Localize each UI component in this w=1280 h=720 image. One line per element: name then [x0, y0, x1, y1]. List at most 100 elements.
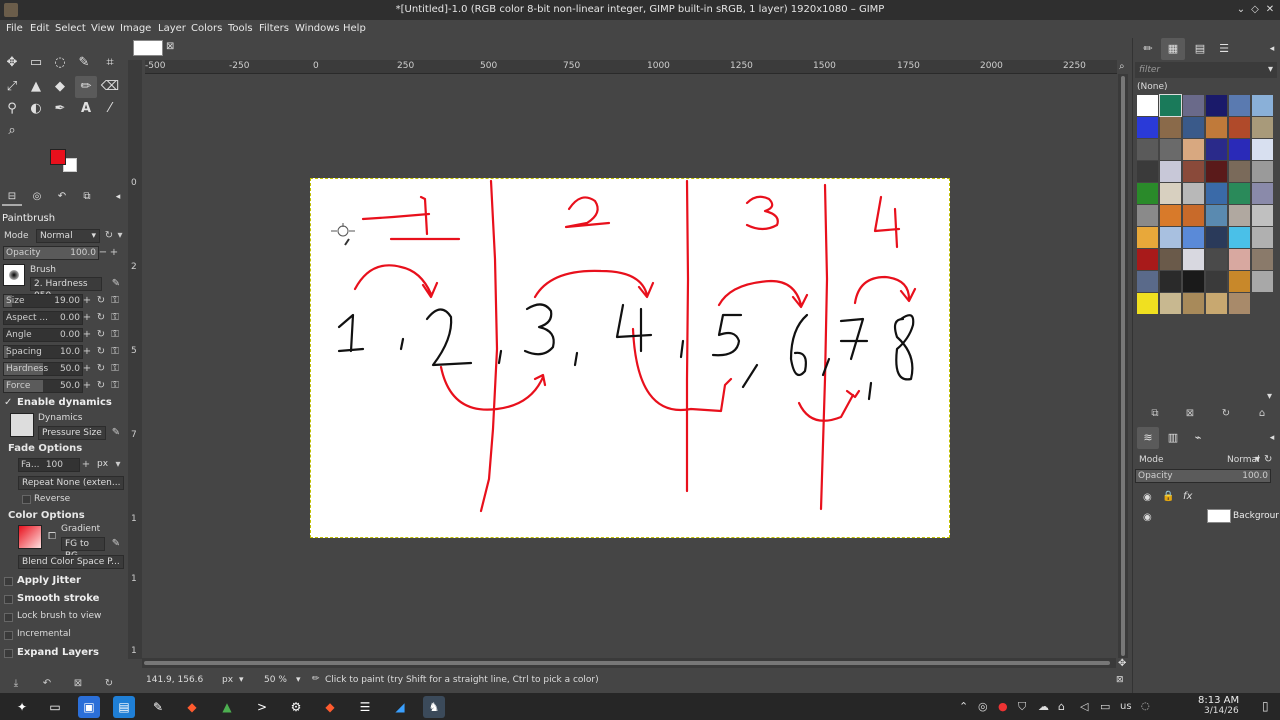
pattern-swatch[interactable] [1183, 161, 1204, 182]
crop-icon[interactable]: ⌗ [99, 52, 121, 74]
spacing-reset-icon[interactable]: ↻ [95, 346, 107, 357]
edit-dynamics-icon[interactable]: ✎ [110, 427, 122, 438]
edit-brush-icon[interactable]: ✎ [110, 278, 122, 289]
pattern-swatch[interactable] [1206, 271, 1227, 292]
paintbrush-icon[interactable]: ✏ [75, 76, 97, 98]
layers-tab-icon[interactable]: ≋ [1137, 427, 1159, 449]
brushes-tab-icon[interactable]: ✏ [1136, 38, 1160, 60]
pattern-swatch[interactable] [1183, 139, 1204, 160]
pattern-swatch[interactable] [1137, 249, 1158, 270]
pattern-swatch[interactable] [1160, 161, 1181, 182]
reset-options-icon[interactable]: ↻ [103, 678, 115, 689]
patterns-tab-icon[interactable]: ▦ [1161, 38, 1185, 60]
brave-browser-icon[interactable]: ◆ [319, 696, 341, 718]
pattern-swatch[interactable] [1206, 161, 1227, 182]
refresh-patterns-icon[interactable]: ↻ [1220, 408, 1232, 419]
horizontal-scrollbar[interactable] [142, 658, 1116, 668]
pattern-swatch[interactable] [1183, 271, 1204, 292]
angle-lock-icon[interactable]: ⚿ [109, 329, 121, 340]
menu-colors[interactable]: Colors [191, 23, 222, 34]
pattern-swatch[interactable] [1206, 293, 1227, 314]
spacing-plus-icon[interactable]: + [81, 346, 93, 357]
hardness-lock-icon[interactable]: ⚿ [109, 363, 121, 374]
smudge-icon[interactable]: ◐ [25, 98, 47, 120]
zoom-icon[interactable]: ⌕ [1, 120, 23, 142]
rect-select-icon[interactable]: ▭ [25, 52, 47, 74]
record-icon[interactable]: ● [998, 700, 1008, 713]
fonts-tab-icon[interactable]: ▤ [1188, 38, 1212, 60]
menu-help[interactable]: Help [343, 23, 366, 34]
clock-date[interactable]: 3/14/26 [1204, 706, 1239, 716]
color-picker-icon[interactable]: ⁄ [99, 98, 121, 120]
pattern-swatch[interactable] [1183, 293, 1204, 314]
spacing-slider[interactable]: Spacing 10.0 [3, 345, 83, 359]
opacity-plus-button[interactable]: + [108, 247, 120, 258]
close-status-icon[interactable]: ⊠ [1116, 675, 1124, 685]
bucket-fill-icon[interactable]: ◆ [49, 76, 71, 98]
brave-icon[interactable]: ◆ [181, 696, 203, 718]
pattern-swatch[interactable] [1252, 183, 1273, 204]
hardness-slider[interactable]: Hardness 50.0 [3, 362, 83, 376]
menu-file[interactable]: File [6, 23, 23, 34]
angle-slider[interactable]: Angle 0.00 [3, 328, 83, 342]
layer-thumbnail[interactable] [1207, 509, 1231, 523]
chevron-down-icon[interactable]: ▾ [114, 230, 126, 241]
files-icon[interactable]: ▤ [113, 696, 135, 718]
volume-icon[interactable]: ◁ [1080, 700, 1088, 713]
size-lock-icon[interactable]: ⚿ [109, 295, 121, 306]
pattern-swatch[interactable] [1206, 95, 1227, 116]
vpn-icon[interactable]: ◎ [978, 700, 988, 713]
color-options-header[interactable]: Color Options [8, 510, 85, 521]
gradient-preview[interactable] [18, 525, 42, 549]
edit-pattern-icon[interactable]: ⧉ [1149, 408, 1161, 419]
chevron-down-icon[interactable]: ▾ [112, 459, 124, 470]
pattern-swatch[interactable] [1183, 95, 1204, 116]
undo-history-tab-icon[interactable]: ↶ [52, 188, 72, 206]
text-tool-icon[interactable]: A [75, 98, 97, 120]
pattern-swatch[interactable] [1206, 205, 1227, 226]
chart-app-icon[interactable]: ▲ [216, 696, 238, 718]
aspect-slider[interactable]: Aspect ... 0.00 [3, 311, 83, 325]
pattern-swatch[interactable] [1183, 227, 1204, 248]
foreground-color-swatch[interactable] [50, 149, 66, 165]
pattern-swatch[interactable] [1137, 183, 1158, 204]
pattern-swatch[interactable] [1252, 95, 1273, 116]
pattern-swatch[interactable] [1137, 139, 1158, 160]
save-options-icon[interactable]: ⤓ [10, 678, 22, 689]
pattern-swatch[interactable] [1137, 227, 1158, 248]
menu-filters[interactable]: Filters [259, 23, 289, 34]
brush-preview[interactable] [3, 264, 25, 286]
database-icon[interactable]: ☰ [354, 696, 376, 718]
pattern-swatch[interactable] [1206, 249, 1227, 270]
menu-select[interactable]: Select [55, 23, 86, 34]
pattern-swatch[interactable] [1206, 117, 1227, 138]
pattern-swatch[interactable] [1252, 117, 1273, 138]
eye-icon[interactable]: ◉ [1143, 492, 1152, 503]
clone-icon[interactable]: ⚲ [1, 98, 23, 120]
layer-visibility-icon[interactable]: ◉ [1143, 512, 1152, 523]
size-plus-icon[interactable]: + [81, 295, 93, 306]
pattern-swatch[interactable] [1229, 227, 1250, 248]
horizontal-ruler[interactable]: -500 -250 0 250 500 750 1000 1250 1500 1… [145, 60, 1117, 74]
notifications-icon[interactable]: ▯ [1262, 699, 1269, 713]
open-pattern-icon[interactable]: ⌂ [1256, 408, 1268, 419]
pattern-swatch[interactable] [1252, 227, 1273, 248]
eraser-icon[interactable]: ⌫ [99, 76, 121, 98]
vertical-scrollbar[interactable] [1118, 74, 1128, 658]
menu-windows[interactable]: Windows [295, 23, 340, 34]
zoom-selector[interactable]: 50 % [264, 675, 287, 685]
pattern-swatch[interactable] [1137, 271, 1158, 292]
reverse-checkbox[interactable] [22, 495, 31, 504]
layer-mode-reset-icon[interactable]: ↻ [1264, 454, 1272, 465]
vertical-scroll-thumb[interactable] [1121, 76, 1125, 656]
pattern-swatch[interactable] [1229, 161, 1250, 182]
terminal-icon[interactable]: > [251, 696, 273, 718]
settings-icon[interactable]: ⚙ [285, 696, 307, 718]
pattern-swatch[interactable] [1252, 271, 1273, 292]
navigate-icon[interactable]: ✥ [1118, 658, 1126, 669]
pattern-swatch[interactable] [1183, 205, 1204, 226]
dynamics-preview-icon[interactable] [10, 413, 34, 437]
paths-icon[interactable]: ✒ [49, 98, 71, 120]
channels-tab-icon[interactable]: ▥ [1162, 427, 1184, 449]
menu-image[interactable]: Image [120, 23, 151, 34]
